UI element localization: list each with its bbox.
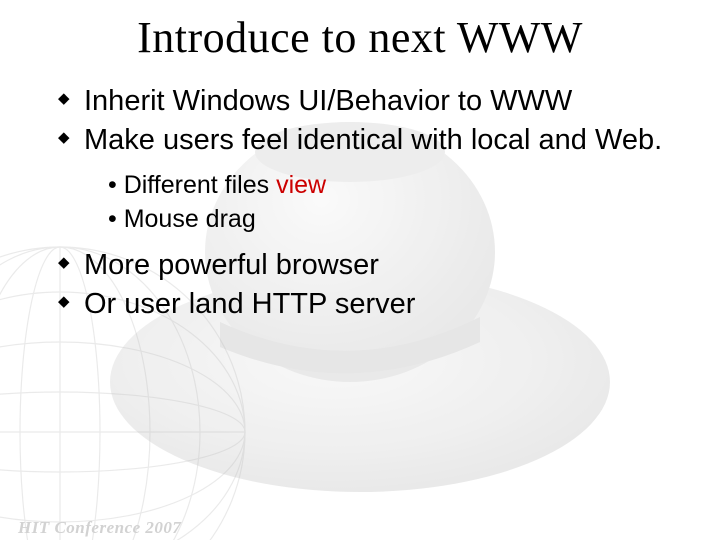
bullet-item: More powerful browser (58, 247, 690, 284)
bullet-list-top: Inherit Windows UI/Behavior to WWW Make … (30, 83, 690, 159)
bullet-item: Make users feel identical with local and… (58, 122, 690, 159)
slide-title: Introduce to next WWW (30, 12, 690, 63)
bullet-list-bottom: More powerful browser Or user land HTTP … (30, 247, 690, 323)
sub-bullet-text: • Different files (108, 171, 276, 199)
bullet-item: Inherit Windows UI/Behavior to WWW (58, 83, 690, 120)
slide-content: Introduce to next WWW Inherit Windows UI… (0, 12, 720, 540)
sub-bullet-item: • Mouse drag (108, 203, 690, 237)
sub-bullet-highlight: view (276, 171, 326, 199)
sub-bullet-item: • Different files view (108, 169, 690, 203)
footer-conference-label: HIT Conference 2007 (18, 518, 181, 538)
bullet-item: Or user land HTTP server (58, 286, 690, 323)
sub-bullet-list: • Different files view • Mouse drag (30, 169, 690, 237)
